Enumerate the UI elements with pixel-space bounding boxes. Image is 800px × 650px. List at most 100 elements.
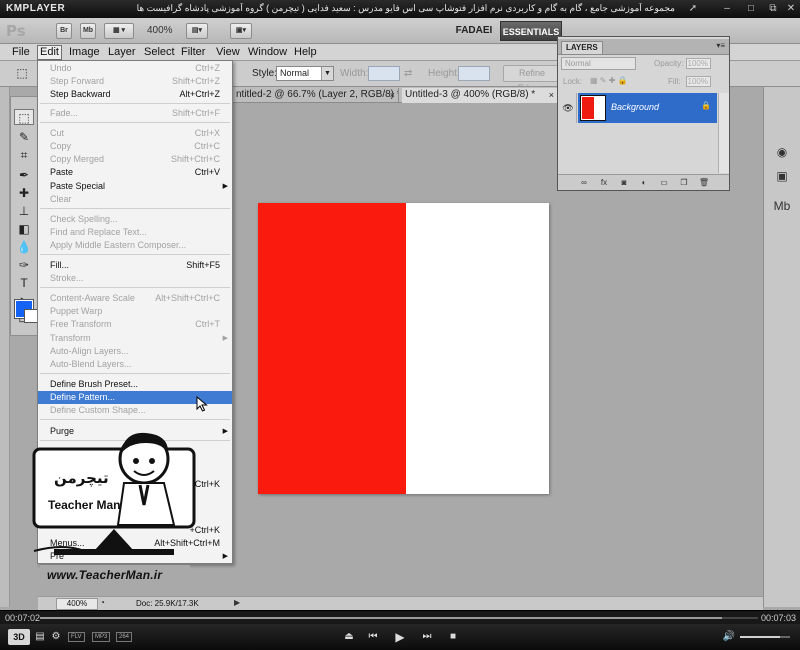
- seek-track[interactable]: [40, 617, 758, 619]
- minibridge-button[interactable]: Mb: [80, 23, 96, 39]
- menu-filter[interactable]: Filter: [179, 45, 207, 60]
- layers-scrollbar[interactable]: [718, 93, 729, 173]
- panel-menu-icon[interactable]: ▾≡: [716, 41, 725, 50]
- menu-window[interactable]: Window: [246, 45, 289, 60]
- link-layers-icon[interactable]: ∞: [578, 177, 590, 188]
- tab-untitled-2[interactable]: ntitled-2 @ 66.7% (Layer 2, RGB/8) * ×: [233, 88, 399, 103]
- menu-item-clear[interactable]: Clear: [38, 193, 232, 206]
- pin-icon[interactable]: ➚: [686, 2, 700, 16]
- document-canvas[interactable]: [258, 203, 549, 494]
- menu-item-define-brush-preset[interactable]: Define Brush Preset...: [38, 378, 232, 391]
- settings-icon[interactable]: ⚙: [50, 629, 62, 645]
- status-menu-arrow-icon[interactable]: ▶: [234, 598, 240, 607]
- menu-item-fill[interactable]: Fill... Shift+F5: [38, 259, 232, 272]
- volume-slider[interactable]: [740, 636, 790, 638]
- height-field[interactable]: [458, 66, 490, 81]
- view-extras-button[interactable]: ▦ ▾: [104, 23, 134, 39]
- menu-item-middle-eastern-composer[interactable]: Apply Middle Eastern Composer...: [38, 239, 232, 252]
- width-field[interactable]: [368, 66, 400, 81]
- lock-transparent-icon[interactable]: ▦ ✎ ✚ 🔒: [590, 76, 628, 85]
- eject-icon[interactable]: ⏏: [342, 629, 356, 645]
- pen-icon[interactable]: ✑: [14, 257, 34, 273]
- minimize-icon[interactable]: –: [720, 2, 734, 16]
- new-group-icon[interactable]: ▭: [658, 177, 670, 188]
- menu-item-cut[interactable]: Cut Ctrl+X: [38, 127, 232, 140]
- opacity-field[interactable]: 100%: [686, 58, 711, 69]
- crop-icon[interactable]: ⌗: [14, 147, 34, 163]
- swap-icon[interactable]: ⇄: [404, 68, 412, 79]
- stop-icon[interactable]: ■: [446, 629, 460, 645]
- blur-icon[interactable]: 💧: [14, 239, 34, 255]
- volume-icon[interactable]: 🔊: [722, 629, 736, 645]
- menu-item-check-spelling[interactable]: Check Spelling...: [38, 213, 232, 226]
- menu-item-paste-special[interactable]: Paste Special ▶: [38, 180, 232, 193]
- maximize-icon[interactable]: □: [744, 2, 758, 16]
- status-info-icon[interactable]: ◔: [100, 598, 105, 607]
- menu-item-paste[interactable]: Paste Ctrl+V: [38, 166, 232, 179]
- zoom-level-readout[interactable]: 400%: [147, 25, 173, 36]
- menu-help[interactable]: Help: [292, 45, 319, 60]
- tab-untitled-3[interactable]: Untitled-3 @ 400% (RGB/8) * ×: [402, 88, 558, 103]
- close-icon[interactable]: ×: [390, 88, 395, 102]
- menu-item-copy[interactable]: Copy Ctrl+C: [38, 140, 232, 153]
- trash-icon[interactable]: 🗑: [698, 177, 710, 188]
- eye-icon[interactable]: 👁: [560, 93, 577, 123]
- playlist-icon[interactable]: ▤: [34, 629, 46, 645]
- menu-item-stroke[interactable]: Stroke...: [38, 272, 232, 285]
- 3d-mode-button[interactable]: 3D: [8, 629, 30, 645]
- fullscreen-icon[interactable]: ⧉: [766, 2, 780, 16]
- healing-brush-icon[interactable]: ✚: [14, 185, 34, 201]
- marquee-preset-icon[interactable]: ⬚: [12, 65, 32, 81]
- layer-mask-icon[interactable]: ◙: [618, 177, 630, 188]
- menu-view[interactable]: View: [214, 45, 242, 60]
- background-color-swatch[interactable]: [24, 309, 38, 323]
- adjustment-layer-icon[interactable]: ◐: [638, 177, 650, 188]
- menu-item-undo[interactable]: Undo Ctrl+Z: [38, 62, 232, 75]
- eraser-icon[interactable]: ◧: [14, 221, 34, 237]
- menu-item-puppet-warp[interactable]: Puppet Warp: [38, 305, 232, 318]
- next-icon[interactable]: ⏭: [420, 629, 434, 645]
- masks-icon[interactable]: ▣: [772, 167, 792, 185]
- workspace-essentials-button[interactable]: ESSENTIALS: [500, 21, 562, 41]
- play-icon[interactable]: ▶: [392, 629, 408, 645]
- adjustments-icon[interactable]: ◉: [772, 143, 792, 161]
- menu-edit[interactable]: Edit: [37, 45, 62, 60]
- layer-name[interactable]: Background: [611, 102, 659, 112]
- previous-icon[interactable]: ⏮: [366, 629, 380, 645]
- menu-item-transform[interactable]: Transform ▶: [38, 332, 232, 345]
- status-zoom-field[interactable]: 400%: [56, 598, 98, 610]
- blend-mode-select[interactable]: Normal: [561, 57, 636, 70]
- minibridge-dock-icon[interactable]: Mb: [772, 197, 792, 215]
- menu-item-step-backward[interactable]: Step Backward Alt+Ctrl+Z: [38, 88, 232, 101]
- menu-item-free-transform[interactable]: Free Transform Ctrl+T: [38, 318, 232, 331]
- menu-item-copy-merged[interactable]: Copy Merged Shift+Ctrl+C: [38, 153, 232, 166]
- menu-item-auto-blend[interactable]: Auto-Blend Layers...: [38, 358, 232, 371]
- bridge-button[interactable]: Br: [56, 23, 72, 39]
- close-icon[interactable]: ✕: [784, 2, 798, 16]
- new-layer-icon[interactable]: ❐: [678, 177, 690, 188]
- arrange-documents-icon[interactable]: ▤▾: [186, 23, 208, 39]
- workspace-user[interactable]: FADAEI: [450, 22, 498, 40]
- menu-item-fade[interactable]: Fade... Shift+Ctrl+F: [38, 107, 232, 120]
- menu-item-step-forward[interactable]: Step Forward Shift+Ctrl+Z: [38, 75, 232, 88]
- menu-select[interactable]: Select: [142, 45, 177, 60]
- rectangular-marquee-icon[interactable]: ⬚: [14, 109, 34, 125]
- layers-tab[interactable]: LAYERS: [561, 41, 603, 54]
- refine-edge-button[interactable]: Refine Edge...: [503, 65, 561, 93]
- clone-stamp-icon[interactable]: ⊥: [14, 203, 34, 219]
- style-select[interactable]: Normal ▼: [276, 66, 334, 81]
- menu-item-auto-align[interactable]: Auto-Align Layers...: [38, 345, 232, 358]
- menu-file[interactable]: File: [10, 45, 32, 60]
- menu-image[interactable]: Image: [67, 45, 102, 60]
- layer-style-icon[interactable]: fx: [598, 177, 610, 188]
- type-icon[interactable]: T: [14, 275, 34, 291]
- screen-mode-icon[interactable]: ▣▾: [230, 23, 252, 39]
- menu-item-find-replace[interactable]: Find and Replace Text...: [38, 226, 232, 239]
- menu-layer[interactable]: Layer: [106, 45, 138, 60]
- close-icon[interactable]: ×: [549, 88, 554, 102]
- eyedropper-icon[interactable]: ✒: [14, 167, 34, 183]
- layer-row-background[interactable]: Background 🔒: [578, 93, 717, 123]
- menu-item-content-aware-scale[interactable]: Content-Aware Scale Alt+Shift+Ctrl+C: [38, 292, 232, 305]
- fill-field[interactable]: 100%: [686, 76, 711, 87]
- quick-selection-icon[interactable]: ✎: [14, 129, 34, 145]
